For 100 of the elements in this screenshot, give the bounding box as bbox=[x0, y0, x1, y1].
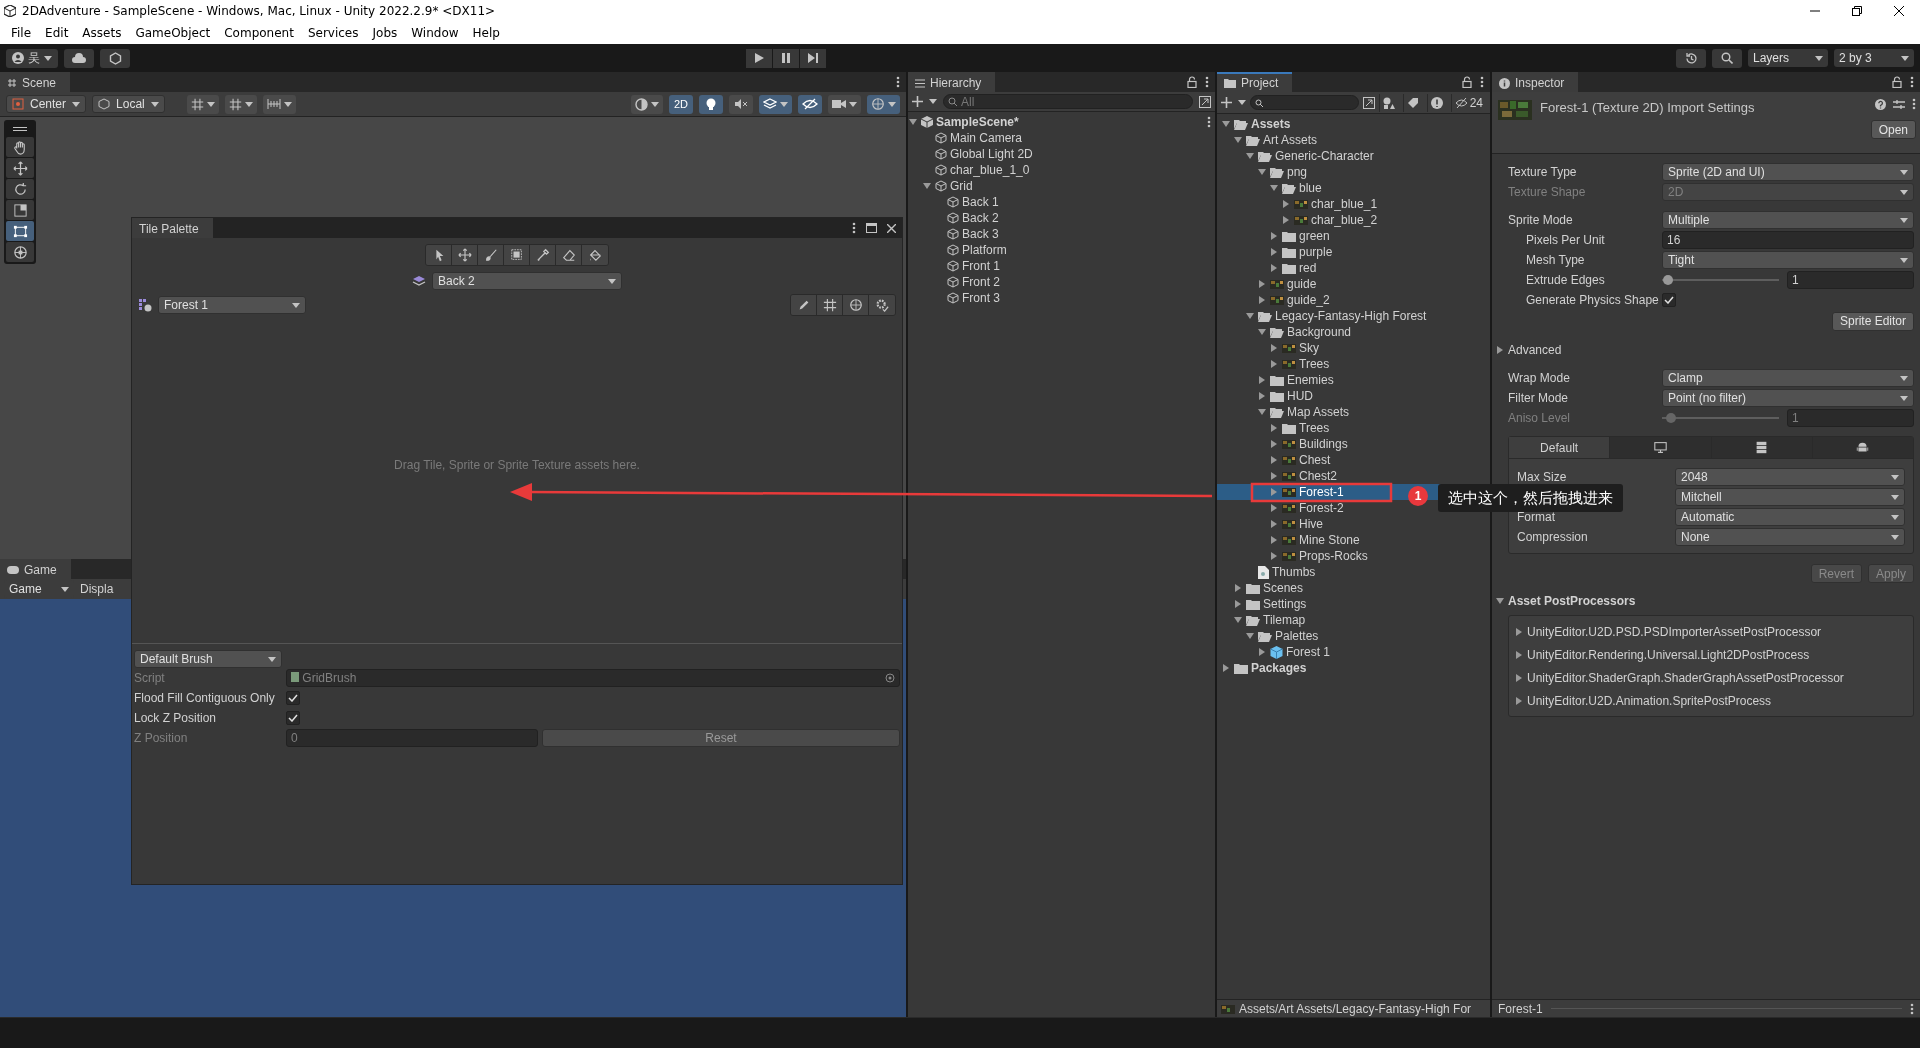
search-button[interactable] bbox=[1712, 48, 1742, 68]
2d-toggle[interactable]: 2D bbox=[669, 94, 693, 114]
menu-item[interactable]: Help bbox=[465, 26, 507, 40]
project-item[interactable]: Sky bbox=[1217, 340, 1490, 356]
number-field[interactable]: 1 bbox=[1787, 271, 1914, 289]
slider[interactable] bbox=[1662, 274, 1779, 286]
scale-tool-button[interactable] bbox=[6, 200, 34, 220]
snap-increment-button[interactable] bbox=[224, 94, 257, 114]
project-item[interactable]: Background bbox=[1217, 324, 1490, 340]
postprocessor-item[interactable]: UnityEditor.Rendering.Universal.Light2DPostProcess bbox=[1515, 643, 1907, 666]
dropdown[interactable]: Sprite (2D and UI) bbox=[1662, 163, 1914, 181]
ruler-button[interactable] bbox=[262, 94, 296, 114]
paint-tool-button[interactable] bbox=[478, 245, 504, 265]
gizmos-toggle[interactable] bbox=[867, 94, 900, 114]
menu-item[interactable]: Component bbox=[217, 26, 301, 40]
open-button[interactable]: Open bbox=[1870, 120, 1916, 139]
platform-tab[interactable] bbox=[1711, 437, 1813, 458]
project-item[interactable]: Forest 1 bbox=[1217, 644, 1490, 660]
expand-arrow-icon[interactable] bbox=[1496, 346, 1504, 354]
foldout-label[interactable]: Advanced bbox=[1508, 343, 1562, 357]
visibility-toggle[interactable] bbox=[798, 94, 822, 114]
select-tool-button[interactable] bbox=[426, 245, 452, 265]
checkbox[interactable] bbox=[286, 691, 300, 705]
dropdown[interactable]: Point (no filter) bbox=[1662, 389, 1914, 407]
more-options-icon[interactable] bbox=[896, 76, 900, 88]
hierarchy-item[interactable]: Back 1 bbox=[908, 194, 1215, 210]
hierarchy-item[interactable]: Main Camera bbox=[908, 130, 1215, 146]
hierarchy-item[interactable]: Front 3 bbox=[908, 290, 1215, 306]
account-button[interactable]: 吴 bbox=[6, 48, 58, 68]
expand-arrow-icon[interactable] bbox=[1515, 627, 1523, 636]
more-options-icon[interactable] bbox=[852, 222, 856, 234]
section-header[interactable]: Asset PostProcessors bbox=[1508, 594, 1636, 608]
rect-tool-button[interactable] bbox=[6, 221, 34, 241]
menu-item[interactable]: Window bbox=[404, 26, 466, 40]
platform-tab[interactable]: Default bbox=[1509, 437, 1611, 458]
effects-toggle[interactable] bbox=[759, 94, 792, 114]
expand-arrow-icon[interactable] bbox=[1515, 673, 1523, 682]
menu-item[interactable]: Jobs bbox=[365, 26, 405, 40]
light-toggle[interactable] bbox=[699, 94, 723, 114]
menu-item[interactable]: Edit bbox=[38, 26, 76, 40]
project-item[interactable]: Props-Rocks bbox=[1217, 548, 1490, 564]
hierarchy-item[interactable]: Platform bbox=[908, 242, 1215, 258]
lock-icon[interactable] bbox=[1892, 76, 1902, 88]
scene-search-icon[interactable] bbox=[1199, 95, 1211, 108]
project-item[interactable]: guide_2 bbox=[1217, 292, 1490, 308]
rotate-tool-button[interactable] bbox=[6, 179, 34, 199]
menu-item[interactable]: Services bbox=[300, 26, 366, 40]
project-item[interactable]: red bbox=[1217, 260, 1490, 276]
dropdown[interactable]: None bbox=[1675, 528, 1905, 546]
panel-tab[interactable]: Inspector bbox=[1492, 72, 1579, 92]
collapse-arrow-icon[interactable] bbox=[909, 118, 917, 126]
more-options-icon[interactable] bbox=[1910, 76, 1914, 88]
project-item[interactable]: Thumbs bbox=[1217, 564, 1490, 580]
transform-tool-button[interactable] bbox=[6, 242, 34, 262]
project-item[interactable]: Palettes bbox=[1217, 628, 1490, 644]
palette-dropdown[interactable]: Forest 1 bbox=[158, 296, 306, 314]
project-item[interactable]: Art Assets bbox=[1217, 132, 1490, 148]
grid-snap-button[interactable] bbox=[186, 94, 219, 114]
dropdown[interactable]: Automatic bbox=[1675, 508, 1905, 526]
expand-arrow-icon[interactable] bbox=[1222, 664, 1230, 672]
audio-toggle[interactable] bbox=[729, 94, 753, 114]
collapse-arrow-icon[interactable] bbox=[1258, 408, 1266, 416]
hierarchy-item[interactable]: Grid bbox=[908, 178, 1215, 194]
project-item[interactable]: Enemies bbox=[1217, 372, 1490, 388]
project-item[interactable]: Packages bbox=[1217, 660, 1490, 676]
menu-item[interactable]: GameObject bbox=[128, 26, 218, 40]
collapse-arrow-icon[interactable] bbox=[1496, 597, 1504, 605]
project-item[interactable]: HUD bbox=[1217, 388, 1490, 404]
collab-button[interactable] bbox=[100, 48, 130, 68]
help-icon[interactable] bbox=[1875, 98, 1886, 110]
project-item[interactable]: blue bbox=[1217, 180, 1490, 196]
dropdown[interactable]: 2048 bbox=[1675, 468, 1905, 486]
search-scope-icon[interactable] bbox=[1362, 96, 1375, 109]
space-dropdown[interactable]: Local bbox=[92, 95, 165, 113]
project-item[interactable]: Trees bbox=[1217, 356, 1490, 372]
project-item[interactable]: Legacy-Fantasy-High Forest bbox=[1217, 308, 1490, 324]
project-item[interactable]: green bbox=[1217, 228, 1490, 244]
project-item[interactable]: Assets bbox=[1217, 116, 1490, 132]
lock-icon[interactable] bbox=[1462, 76, 1472, 88]
grid-button[interactable] bbox=[817, 295, 843, 315]
project-item[interactable]: char_blue_2 bbox=[1217, 212, 1490, 228]
project-item[interactable]: Chest2 bbox=[1217, 468, 1490, 484]
expand-arrow-icon[interactable] bbox=[1515, 650, 1523, 659]
checkbox[interactable] bbox=[1662, 293, 1676, 307]
dropdown[interactable]: Clamp bbox=[1662, 369, 1914, 387]
project-item[interactable]: Trees bbox=[1217, 420, 1490, 436]
expand-arrow-icon[interactable] bbox=[1258, 648, 1266, 656]
project-item[interactable]: purple bbox=[1217, 244, 1490, 260]
project-item[interactable]: Scenes bbox=[1217, 580, 1490, 596]
gizmo-button[interactable] bbox=[843, 295, 869, 315]
settings-button[interactable] bbox=[869, 295, 895, 315]
camera-toggle[interactable] bbox=[828, 94, 861, 114]
project-item[interactable]: Generic-Character bbox=[1217, 148, 1490, 164]
project-item[interactable]: Settings bbox=[1217, 596, 1490, 612]
more-options-icon[interactable] bbox=[1912, 98, 1916, 110]
dropdown[interactable]: Mitchell bbox=[1675, 488, 1905, 506]
project-item[interactable]: Mine Stone bbox=[1217, 532, 1490, 548]
target-icon[interactable] bbox=[885, 673, 895, 683]
shading-toggle[interactable] bbox=[631, 94, 663, 114]
brush-dropdown[interactable]: Default Brush bbox=[134, 650, 282, 668]
